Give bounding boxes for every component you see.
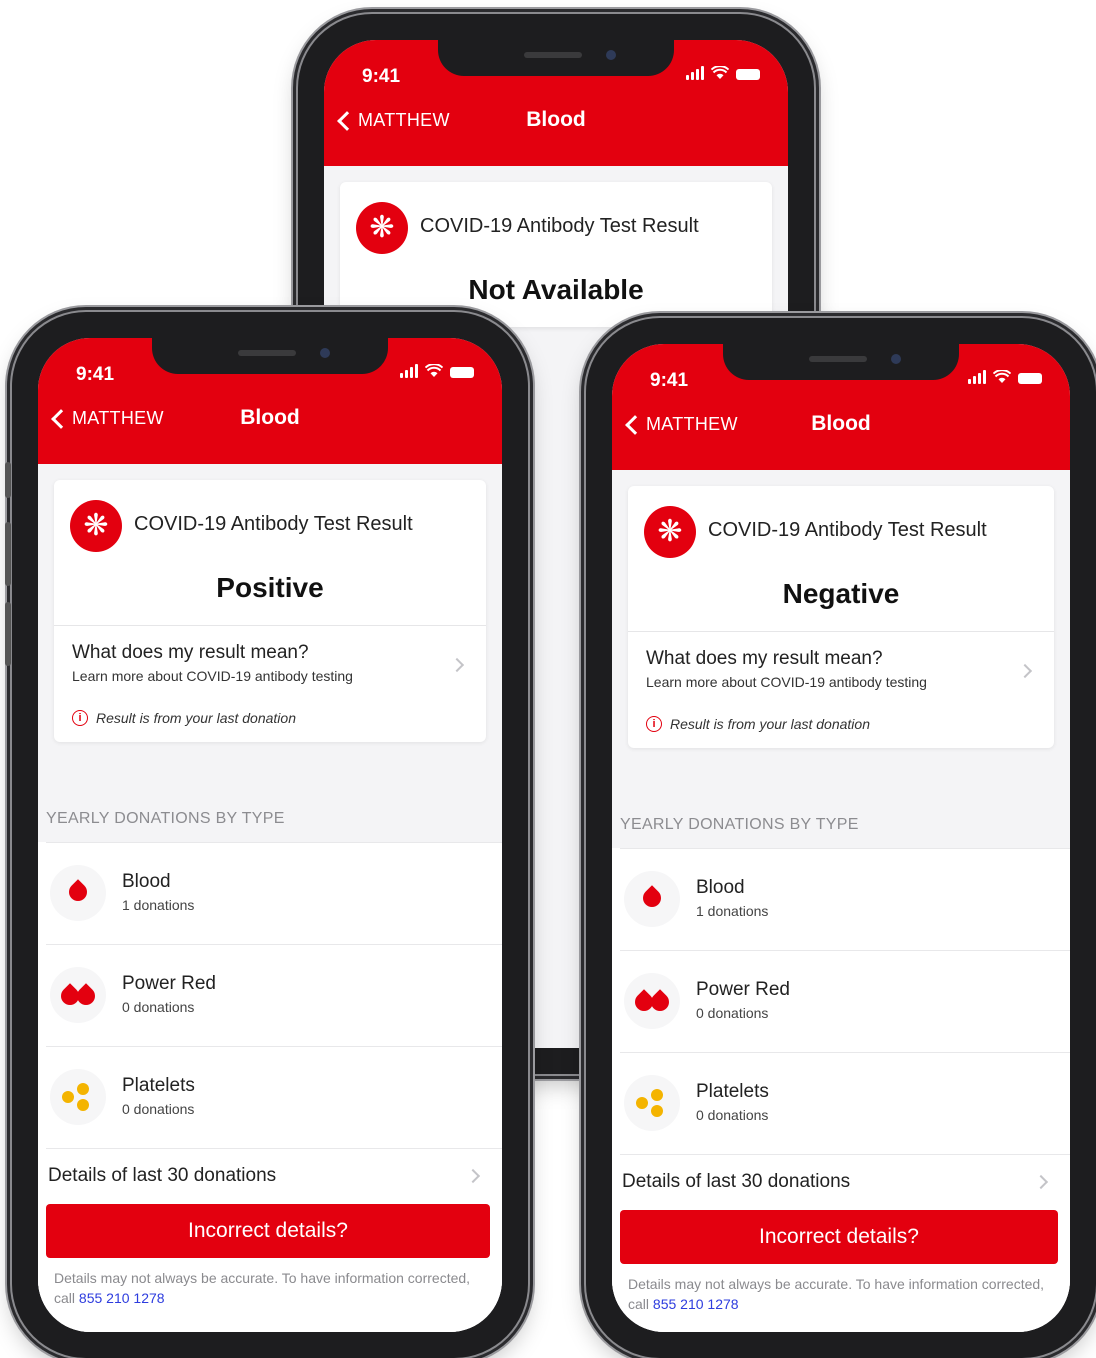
virus-icon: ❋ (70, 500, 122, 552)
status-icons (968, 370, 1042, 384)
result-value: Negative (782, 578, 900, 609)
side-button (5, 462, 11, 498)
antibody-result-card: ❋ COVID-19 Antibody Test Result Positive… (54, 480, 486, 742)
page-title: Blood (240, 406, 300, 429)
info-note-text: Result is from your last donation (96, 710, 296, 726)
section-title: YEARLY DONATIONS BY TYPE (46, 810, 285, 827)
platelets-icon (624, 1075, 680, 1131)
phone-notch (723, 344, 959, 380)
chevron-right-icon (449, 657, 465, 673)
donation-type: Power Red (696, 979, 790, 1000)
info-icon: i (72, 710, 88, 726)
virus-icon: ❋ (644, 506, 696, 558)
list-item: Power Red 0 donations (46, 944, 502, 1046)
list-item: Blood 1 donations (46, 842, 502, 944)
info-note-text: Result is from your last donation (670, 716, 870, 732)
result-meaning-link[interactable]: What does my result mean? Learn more abo… (54, 626, 486, 742)
card-head: ❋ COVID-19 Antibody Test Result Not Avai… (340, 182, 772, 328)
battery-icon (736, 69, 760, 80)
info-icon: i (646, 716, 662, 732)
status-time: 9:41 (76, 364, 115, 385)
info-note: i Result is from your last donation (646, 716, 870, 732)
details-label: Details of last 30 donations (48, 1165, 277, 1186)
signal-icon (686, 66, 704, 80)
list-item: Platelets 0 donations (46, 1046, 502, 1148)
phone-notch (438, 40, 674, 76)
donation-type: Blood (122, 871, 171, 892)
info-note: i Result is from your last donation (72, 710, 296, 726)
meaning-title: What does my result mean? (72, 642, 309, 663)
incorrect-details-button[interactable]: Incorrect details? (620, 1210, 1058, 1264)
donation-count: 0 donations (122, 1101, 195, 1117)
antibody-result-card: ❋ COVID-19 Antibody Test Result Negative… (628, 486, 1054, 748)
donation-count: 0 donations (696, 1107, 769, 1123)
card-title: COVID-19 Antibody Test Result (708, 519, 987, 541)
chevron-right-icon (1017, 663, 1033, 679)
chevron-right-icon (1033, 1174, 1049, 1190)
incorrect-details-button[interactable]: Incorrect details? (46, 1204, 490, 1258)
list-item: Power Red 0 donations (620, 950, 1070, 1052)
card-head: ❋ COVID-19 Antibody Test Result Negative (628, 486, 1054, 632)
meaning-subtitle: Learn more about COVID-19 antibody testi… (646, 674, 927, 690)
meaning-subtitle: Learn more about COVID-19 antibody testi… (72, 668, 353, 684)
content: ❋ COVID-19 Antibody Test Result Positive… (38, 464, 502, 1332)
card-head: ❋ COVID-19 Antibody Test Result Positive (54, 480, 486, 626)
page-title: Blood (811, 412, 871, 435)
details-label: Details of last 30 donations (622, 1171, 851, 1192)
volume-up-button (5, 522, 11, 586)
wifi-icon (425, 364, 443, 377)
wifi-icon (711, 66, 729, 79)
result-value: Positive (216, 572, 324, 603)
list-item: Platelets 0 donations (620, 1052, 1070, 1154)
wifi-icon (993, 370, 1011, 383)
status-icons (686, 66, 760, 80)
phone-right: 9:41 MATTHEW Blood ❋ COVID-19 Antibody T… (586, 318, 1096, 1358)
page-title: Blood (526, 108, 586, 131)
phone-screen: 9:41 MATTHEW Blood ❋ COVID-19 Antibody T… (38, 338, 502, 1332)
section-title: YEARLY DONATIONS BY TYPE (620, 816, 859, 833)
battery-icon (1018, 373, 1042, 384)
chevron-right-icon (465, 1168, 481, 1184)
status-icons (400, 364, 474, 378)
disclaimer: Details may not always be accurate. To h… (628, 1274, 1050, 1314)
footer: Incorrect details? Details may not alway… (38, 1192, 502, 1332)
virus-icon: ❋ (356, 202, 408, 254)
status-time: 9:41 (362, 66, 401, 87)
donation-type: Platelets (122, 1075, 195, 1096)
card-title: COVID-19 Antibody Test Result (134, 513, 413, 535)
antibody-result-card: ❋ COVID-19 Antibody Test Result Not Avai… (340, 182, 772, 328)
meaning-title: What does my result mean? (646, 648, 883, 669)
status-time: 9:41 (650, 370, 689, 391)
phone-number-link[interactable]: 855 210 1278 (653, 1296, 739, 1312)
blood-drop-icon (50, 865, 106, 921)
phone-number-link[interactable]: 855 210 1278 (79, 1290, 165, 1306)
double-drop-icon (624, 973, 680, 1029)
disclaimer: Details may not always be accurate. To h… (54, 1268, 482, 1308)
battery-icon (450, 367, 474, 378)
volume-down-button (5, 602, 11, 666)
donation-type: Blood (696, 877, 745, 898)
double-drop-icon (50, 967, 106, 1023)
donation-type: Platelets (696, 1081, 769, 1102)
donation-list: Blood 1 donations Power Red 0 donations (612, 848, 1070, 1208)
platelets-icon (50, 1069, 106, 1125)
phone-left: 9:41 MATTHEW Blood ❋ COVID-19 Antibody T… (5, 312, 528, 1358)
donation-count: 1 donations (696, 903, 769, 919)
blood-drop-icon (624, 871, 680, 927)
donation-count: 1 donations (122, 897, 195, 913)
donation-list: Blood 1 donations Power Red 0 donations (38, 842, 502, 1202)
card-title: COVID-19 Antibody Test Result (420, 215, 699, 237)
signal-icon (968, 370, 986, 384)
footer: Incorrect details? Details may not alway… (612, 1198, 1070, 1332)
result-value: Not Available (468, 274, 644, 305)
donation-type: Power Red (122, 973, 216, 994)
result-meaning-link[interactable]: What does my result mean? Learn more abo… (628, 632, 1054, 748)
list-item: Blood 1 donations (620, 848, 1070, 950)
signal-icon (400, 364, 418, 378)
donation-count: 0 donations (696, 1005, 769, 1021)
phone-screen: 9:41 MATTHEW Blood ❋ COVID-19 Antibody T… (612, 344, 1070, 1332)
donation-count: 0 donations (122, 999, 195, 1015)
content: ❋ COVID-19 Antibody Test Result Negative… (612, 470, 1070, 1332)
phone-notch (152, 338, 388, 374)
